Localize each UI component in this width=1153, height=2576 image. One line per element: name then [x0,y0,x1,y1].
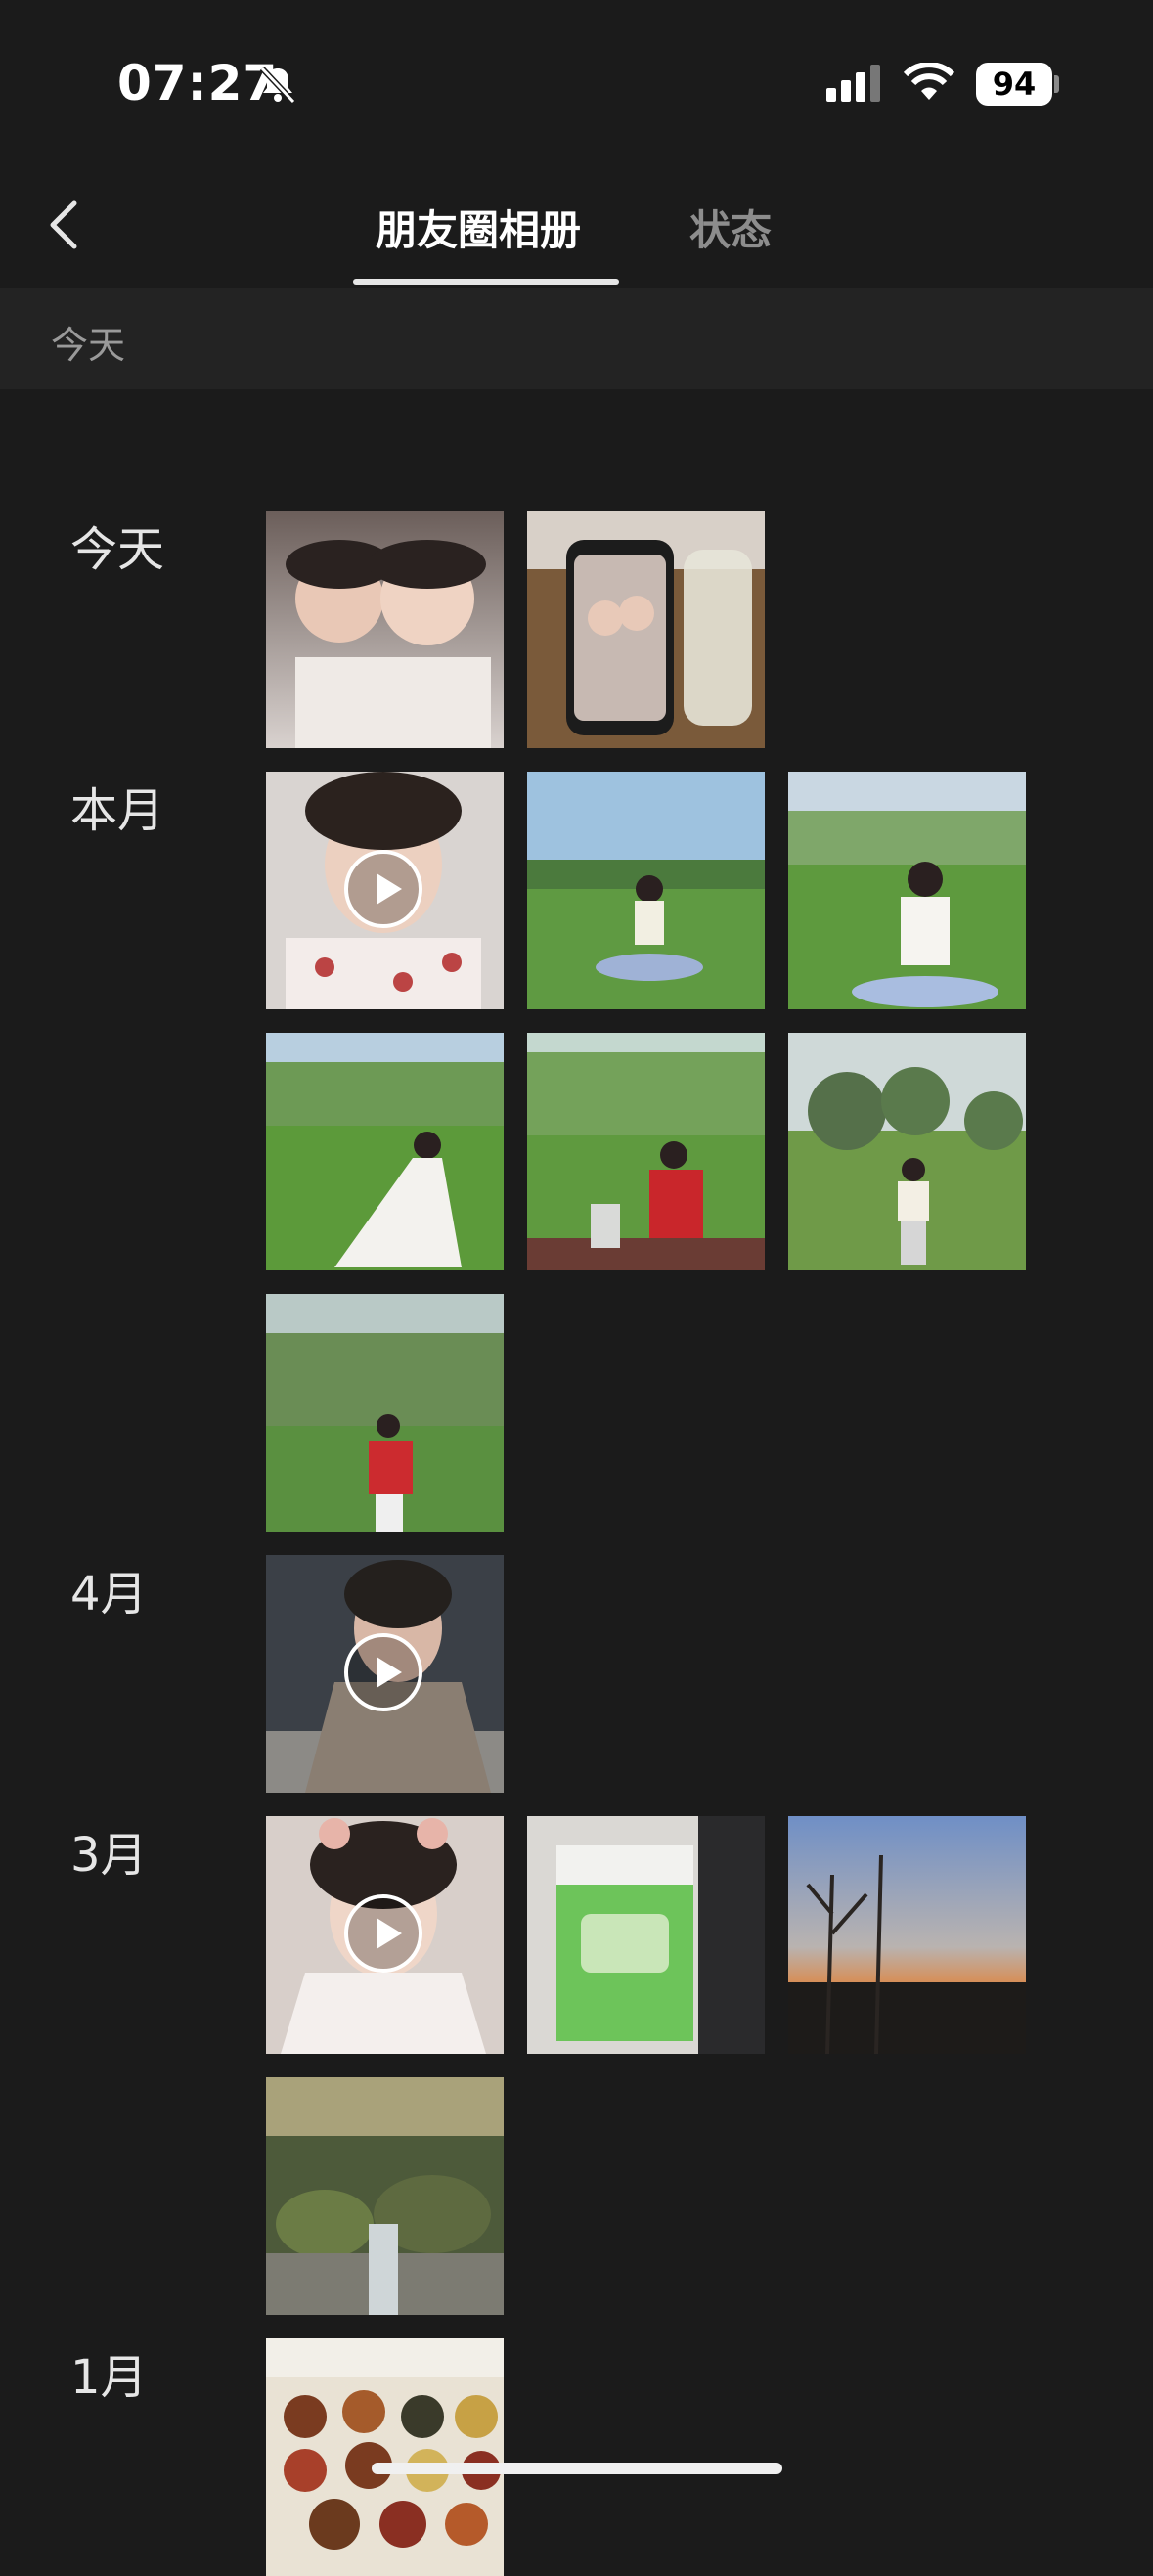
clock: 07:27 [117,55,279,111]
video-thumbnail[interactable] [266,772,504,1009]
battery-icon: 94 [976,63,1052,106]
photo-thumbnail[interactable] [527,772,765,1009]
play-icon [344,1633,422,1711]
photo-thumbnail[interactable] [527,1816,765,2054]
section-header-label: 今天 [51,324,126,367]
video-thumbnail[interactable] [266,1555,504,1793]
chevron-left-icon[interactable] [43,196,82,254]
play-icon [344,1894,422,1973]
photo-thumbnail[interactable] [266,2338,504,2576]
status-bar: 07:27 94 [0,0,1153,166]
photo-thumbnail[interactable] [266,1294,504,1532]
group-label-january: 1月 [70,2350,148,2405]
photo-thumbnail[interactable] [266,511,504,748]
group-label-today: 今天 [70,522,165,577]
battery-tip [1054,75,1059,93]
photo-thumbnail[interactable] [788,1033,1026,1270]
cellular-signal-icon [826,65,885,108]
home-indicator[interactable] [372,2463,782,2474]
photo-thumbnail[interactable] [266,2077,504,2315]
group-label-april: 4月 [70,1567,148,1621]
group-label-march: 3月 [70,1828,148,1883]
photo-thumbnail[interactable] [788,772,1026,1009]
active-tab-indicator [353,279,619,285]
group-label-this-month: 本月 [70,783,165,838]
sticky-section-header: 今天 [0,288,1153,389]
photo-thumbnail[interactable] [527,1033,765,1270]
bell-slash-icon [256,63,299,110]
tab-moments-album[interactable]: 朋友圈相册 [376,198,581,257]
photo-thumbnail[interactable] [266,1033,504,1270]
top-nav: 朋友圈相册 状态 [0,166,1153,288]
photo-thumbnail[interactable] [527,511,765,748]
video-thumbnail[interactable] [266,1816,504,2054]
wifi-icon [902,62,956,108]
photo-thumbnail[interactable] [788,1816,1026,2054]
tab-status[interactable]: 状态 [689,198,772,257]
play-icon [344,850,422,928]
